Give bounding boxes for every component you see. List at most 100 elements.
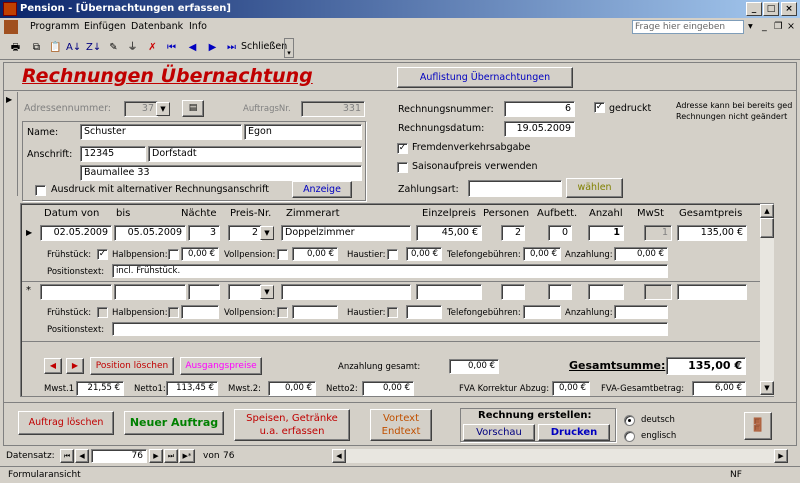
delete-position-button[interactable]: Position löschen bbox=[90, 357, 174, 375]
menu-info[interactable]: Info bbox=[189, 18, 207, 36]
new-date-from[interactable] bbox=[40, 284, 112, 300]
nav-last-button[interactable]: ⏭ bbox=[164, 449, 178, 463]
half-board-checkbox[interactable] bbox=[168, 249, 179, 260]
new-position-text-field[interactable] bbox=[112, 322, 668, 336]
show-address-button[interactable]: Anzeige bbox=[292, 181, 352, 198]
row-extra-bed[interactable]: 0 bbox=[548, 225, 572, 241]
first-record-icon[interactable]: ⏮ bbox=[164, 40, 179, 55]
filter-selection-icon[interactable]: ✎ bbox=[106, 40, 121, 55]
new-persons[interactable] bbox=[501, 284, 525, 300]
zip-field[interactable]: 12345 bbox=[80, 146, 146, 162]
maximize-button[interactable]: □ bbox=[763, 2, 779, 16]
new-price-nr-dropdown[interactable]: ▼ bbox=[260, 285, 274, 299]
language-english-radio[interactable] bbox=[624, 431, 635, 442]
new-half-board-checkbox[interactable] bbox=[168, 307, 179, 318]
full-board-price[interactable]: 0,00 € bbox=[292, 247, 338, 261]
close-form-button[interactable]: Schließen bbox=[241, 41, 287, 52]
toolbar-overflow-button[interactable]: ▾ bbox=[284, 38, 294, 58]
full-board-checkbox[interactable] bbox=[277, 249, 288, 260]
row-room-type[interactable]: Doppelzimmer bbox=[281, 225, 411, 241]
help-search-input[interactable]: Frage hier eingeben bbox=[632, 20, 744, 34]
new-date-to[interactable] bbox=[114, 284, 186, 300]
fva-correction-field[interactable]: 0,00 € bbox=[552, 381, 590, 396]
choose-payment-button[interactable]: wählen bbox=[566, 178, 623, 198]
printed-checkbox[interactable]: ✓ bbox=[594, 102, 605, 113]
new-total[interactable] bbox=[677, 284, 747, 300]
new-pet-price[interactable] bbox=[406, 305, 442, 319]
new-nights[interactable] bbox=[188, 284, 220, 300]
preview-button[interactable]: Vorschau bbox=[463, 424, 535, 441]
sort-descending-icon[interactable]: Z↓ bbox=[86, 40, 101, 55]
address-number-field[interactable]: 37 bbox=[124, 101, 158, 117]
position-text-field[interactable]: incl. Frühstück. bbox=[112, 264, 668, 278]
doc-restore-button[interactable]: ❐ bbox=[774, 18, 783, 36]
new-breakfast-checkbox[interactable] bbox=[97, 307, 108, 318]
hscroll-left-button[interactable]: ◀ bbox=[332, 449, 346, 463]
row-total[interactable]: 135,00 € bbox=[677, 225, 747, 241]
nav-next-button[interactable]: ▶ bbox=[149, 449, 163, 463]
menu-datenbank[interactable]: Datenbank bbox=[131, 18, 183, 36]
last-record-icon[interactable]: ⏭ bbox=[224, 40, 239, 55]
row-unit-price[interactable]: 45,00 € bbox=[416, 225, 482, 241]
new-unit-price[interactable] bbox=[416, 284, 482, 300]
remove-filter-icon[interactable]: ✗ bbox=[145, 40, 160, 55]
menu-programm[interactable]: Programm bbox=[30, 18, 79, 36]
new-pet-checkbox[interactable] bbox=[387, 307, 398, 318]
pet-price[interactable]: 0,00 € bbox=[406, 247, 442, 261]
new-full-board-price[interactable] bbox=[292, 305, 338, 319]
previous-record-icon[interactable]: ◀ bbox=[185, 40, 200, 55]
row-date-from[interactable]: 02.05.2009 bbox=[40, 225, 112, 241]
list-overnights-button[interactable]: Auflistung Übernachtungen bbox=[397, 67, 573, 88]
next-position-button[interactable]: ▶ bbox=[66, 358, 84, 374]
delete-order-button[interactable]: Auftrag löschen bbox=[18, 411, 114, 435]
food-drinks-button[interactable]: Speisen, Getränke u.a. erfassen bbox=[234, 409, 350, 441]
phone-price[interactable]: 0,00 € bbox=[523, 247, 561, 261]
price-nr-dropdown[interactable]: ▼ bbox=[260, 226, 274, 240]
nav-current-field[interactable]: 76 bbox=[91, 449, 147, 463]
new-price-nr[interactable] bbox=[228, 284, 262, 300]
street-field[interactable]: Baumallee 33 bbox=[80, 165, 362, 181]
row-price-nr[interactable]: 2 bbox=[228, 225, 262, 241]
doc-close-button[interactable]: × bbox=[787, 18, 795, 36]
next-record-icon[interactable]: ▶ bbox=[205, 40, 220, 55]
prev-position-button[interactable]: ◀ bbox=[44, 358, 62, 374]
outgoing-prices-button[interactable]: Ausgangspreise bbox=[180, 357, 262, 375]
season-surcharge-checkbox[interactable] bbox=[397, 162, 408, 173]
close-window-button[interactable]: × bbox=[781, 2, 797, 16]
horizontal-scrollbar[interactable] bbox=[332, 449, 788, 463]
alt-address-checkbox[interactable] bbox=[35, 185, 46, 196]
scroll-up-button[interactable]: ▲ bbox=[760, 204, 774, 218]
row-date-to[interactable]: 05.05.2009 bbox=[114, 225, 186, 241]
doc-minimize-button[interactable]: _ bbox=[762, 18, 767, 36]
city-field[interactable]: Dorfstadt bbox=[148, 146, 362, 162]
invoice-number-field[interactable]: 6 bbox=[504, 101, 575, 117]
tourist-tax-checkbox[interactable]: ✓ bbox=[397, 143, 408, 154]
new-phone-price[interactable] bbox=[523, 305, 561, 319]
scroll-thumb[interactable] bbox=[760, 218, 774, 238]
paste-icon[interactable]: 📋 bbox=[48, 40, 63, 55]
address-book-icon[interactable]: ▤ bbox=[182, 100, 204, 117]
new-full-board-checkbox[interactable] bbox=[277, 307, 288, 318]
last-name-field[interactable]: Egon bbox=[244, 124, 362, 140]
new-order-button[interactable]: Neuer Auftrag bbox=[124, 411, 224, 435]
pet-checkbox[interactable] bbox=[387, 249, 398, 260]
row-count[interactable]: 1 bbox=[588, 225, 624, 241]
pretext-button[interactable]: Vortext Endtext bbox=[370, 409, 432, 441]
breakfast-checkbox[interactable]: ✓ bbox=[97, 249, 108, 260]
menu-einfuegen[interactable]: Einfügen bbox=[84, 18, 126, 36]
language-german-radio[interactable] bbox=[624, 415, 635, 426]
exit-door-icon[interactable]: 🚪 bbox=[744, 412, 772, 440]
new-half-board-price[interactable] bbox=[181, 305, 219, 319]
deposit-price[interactable]: 0,00 € bbox=[614, 247, 668, 261]
filter-icon[interactable]: ⏚ bbox=[125, 40, 140, 55]
new-extra-bed[interactable] bbox=[548, 284, 572, 300]
payment-type-field[interactable] bbox=[468, 180, 562, 197]
new-deposit-price[interactable] bbox=[614, 305, 668, 319]
copy-icon[interactable]: ⧉ bbox=[29, 40, 44, 55]
new-room-type[interactable] bbox=[281, 284, 411, 300]
row-nights[interactable]: 3 bbox=[188, 225, 220, 241]
hscroll-right-button[interactable]: ▶ bbox=[774, 449, 788, 463]
row-persons[interactable]: 2 bbox=[501, 225, 525, 241]
nav-prev-button[interactable]: ◀ bbox=[75, 449, 89, 463]
nav-first-button[interactable]: ⏮ bbox=[60, 449, 74, 463]
